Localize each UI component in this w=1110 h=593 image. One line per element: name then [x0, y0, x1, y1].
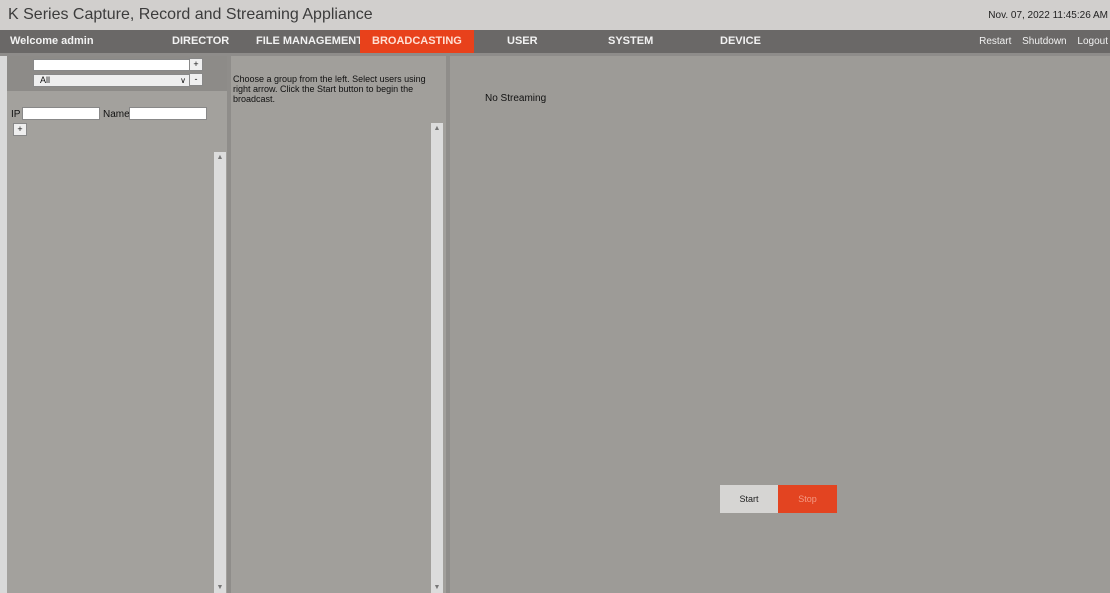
nav-user[interactable]: USER [495, 30, 550, 53]
selected-users-panel: Choose a group from the left. Select use… [231, 56, 446, 593]
chevron-down-icon: ∨ [180, 76, 186, 85]
app-title: K Series Capture, Record and Streaming A… [8, 6, 373, 23]
add-user-button[interactable]: + [13, 123, 27, 136]
nav-file-management[interactable]: FILE MANAGEMENT [244, 30, 375, 53]
start-button[interactable]: Start [720, 485, 778, 513]
selected-list-scrollbar[interactable]: ▲ ▼ [431, 123, 443, 593]
main-nav: Welcome admin DIRECTOR FILE MANAGEMENT B… [0, 30, 1110, 53]
name-input[interactable] [129, 107, 207, 120]
streaming-status: No Streaming [485, 93, 547, 104]
nav-system[interactable]: SYSTEM [596, 30, 665, 53]
nav-device[interactable]: DEVICE [708, 30, 773, 53]
group-select-value: All [40, 75, 51, 85]
scroll-down-icon[interactable]: ▼ [431, 584, 443, 591]
user-list-scrollbar[interactable]: ▲ ▼ [214, 152, 226, 593]
logout-link[interactable]: Logout [1077, 36, 1108, 47]
group-select[interactable]: All ∨ [33, 74, 190, 87]
broadcast-instructions: Choose a group from the left. Select use… [233, 74, 426, 104]
stop-button[interactable]: Stop [778, 485, 837, 513]
name-label: Name [103, 109, 130, 120]
group-controls: + All ∨ - [7, 56, 227, 91]
ip-label: IP [11, 109, 21, 120]
nav-broadcasting[interactable]: BROADCASTING [360, 30, 474, 53]
scroll-down-icon[interactable]: ▼ [214, 584, 226, 591]
system-actions: Restart Shutdown Logout [971, 36, 1108, 47]
ip-input[interactable] [22, 107, 100, 120]
broadcast-panel: No Streaming Start Stop [450, 56, 1110, 593]
group-panel: + All ∨ - IP Name + ▲ ▼ [7, 56, 227, 593]
restart-link[interactable]: Restart [979, 36, 1011, 47]
shutdown-link[interactable]: Shutdown [1022, 36, 1066, 47]
add-group-button[interactable]: + [189, 58, 203, 71]
nav-director[interactable]: DIRECTOR [160, 30, 241, 53]
remove-group-button[interactable]: - [189, 73, 203, 86]
scroll-up-icon[interactable]: ▲ [214, 154, 226, 161]
datetime: Nov. 07, 2022 11:45:26 AM [988, 10, 1108, 21]
title-bar: K Series Capture, Record and Streaming A… [0, 0, 1110, 30]
scroll-up-icon[interactable]: ▲ [431, 125, 443, 132]
group-name-input[interactable] [33, 59, 190, 71]
welcome-text: Welcome admin [10, 35, 94, 47]
